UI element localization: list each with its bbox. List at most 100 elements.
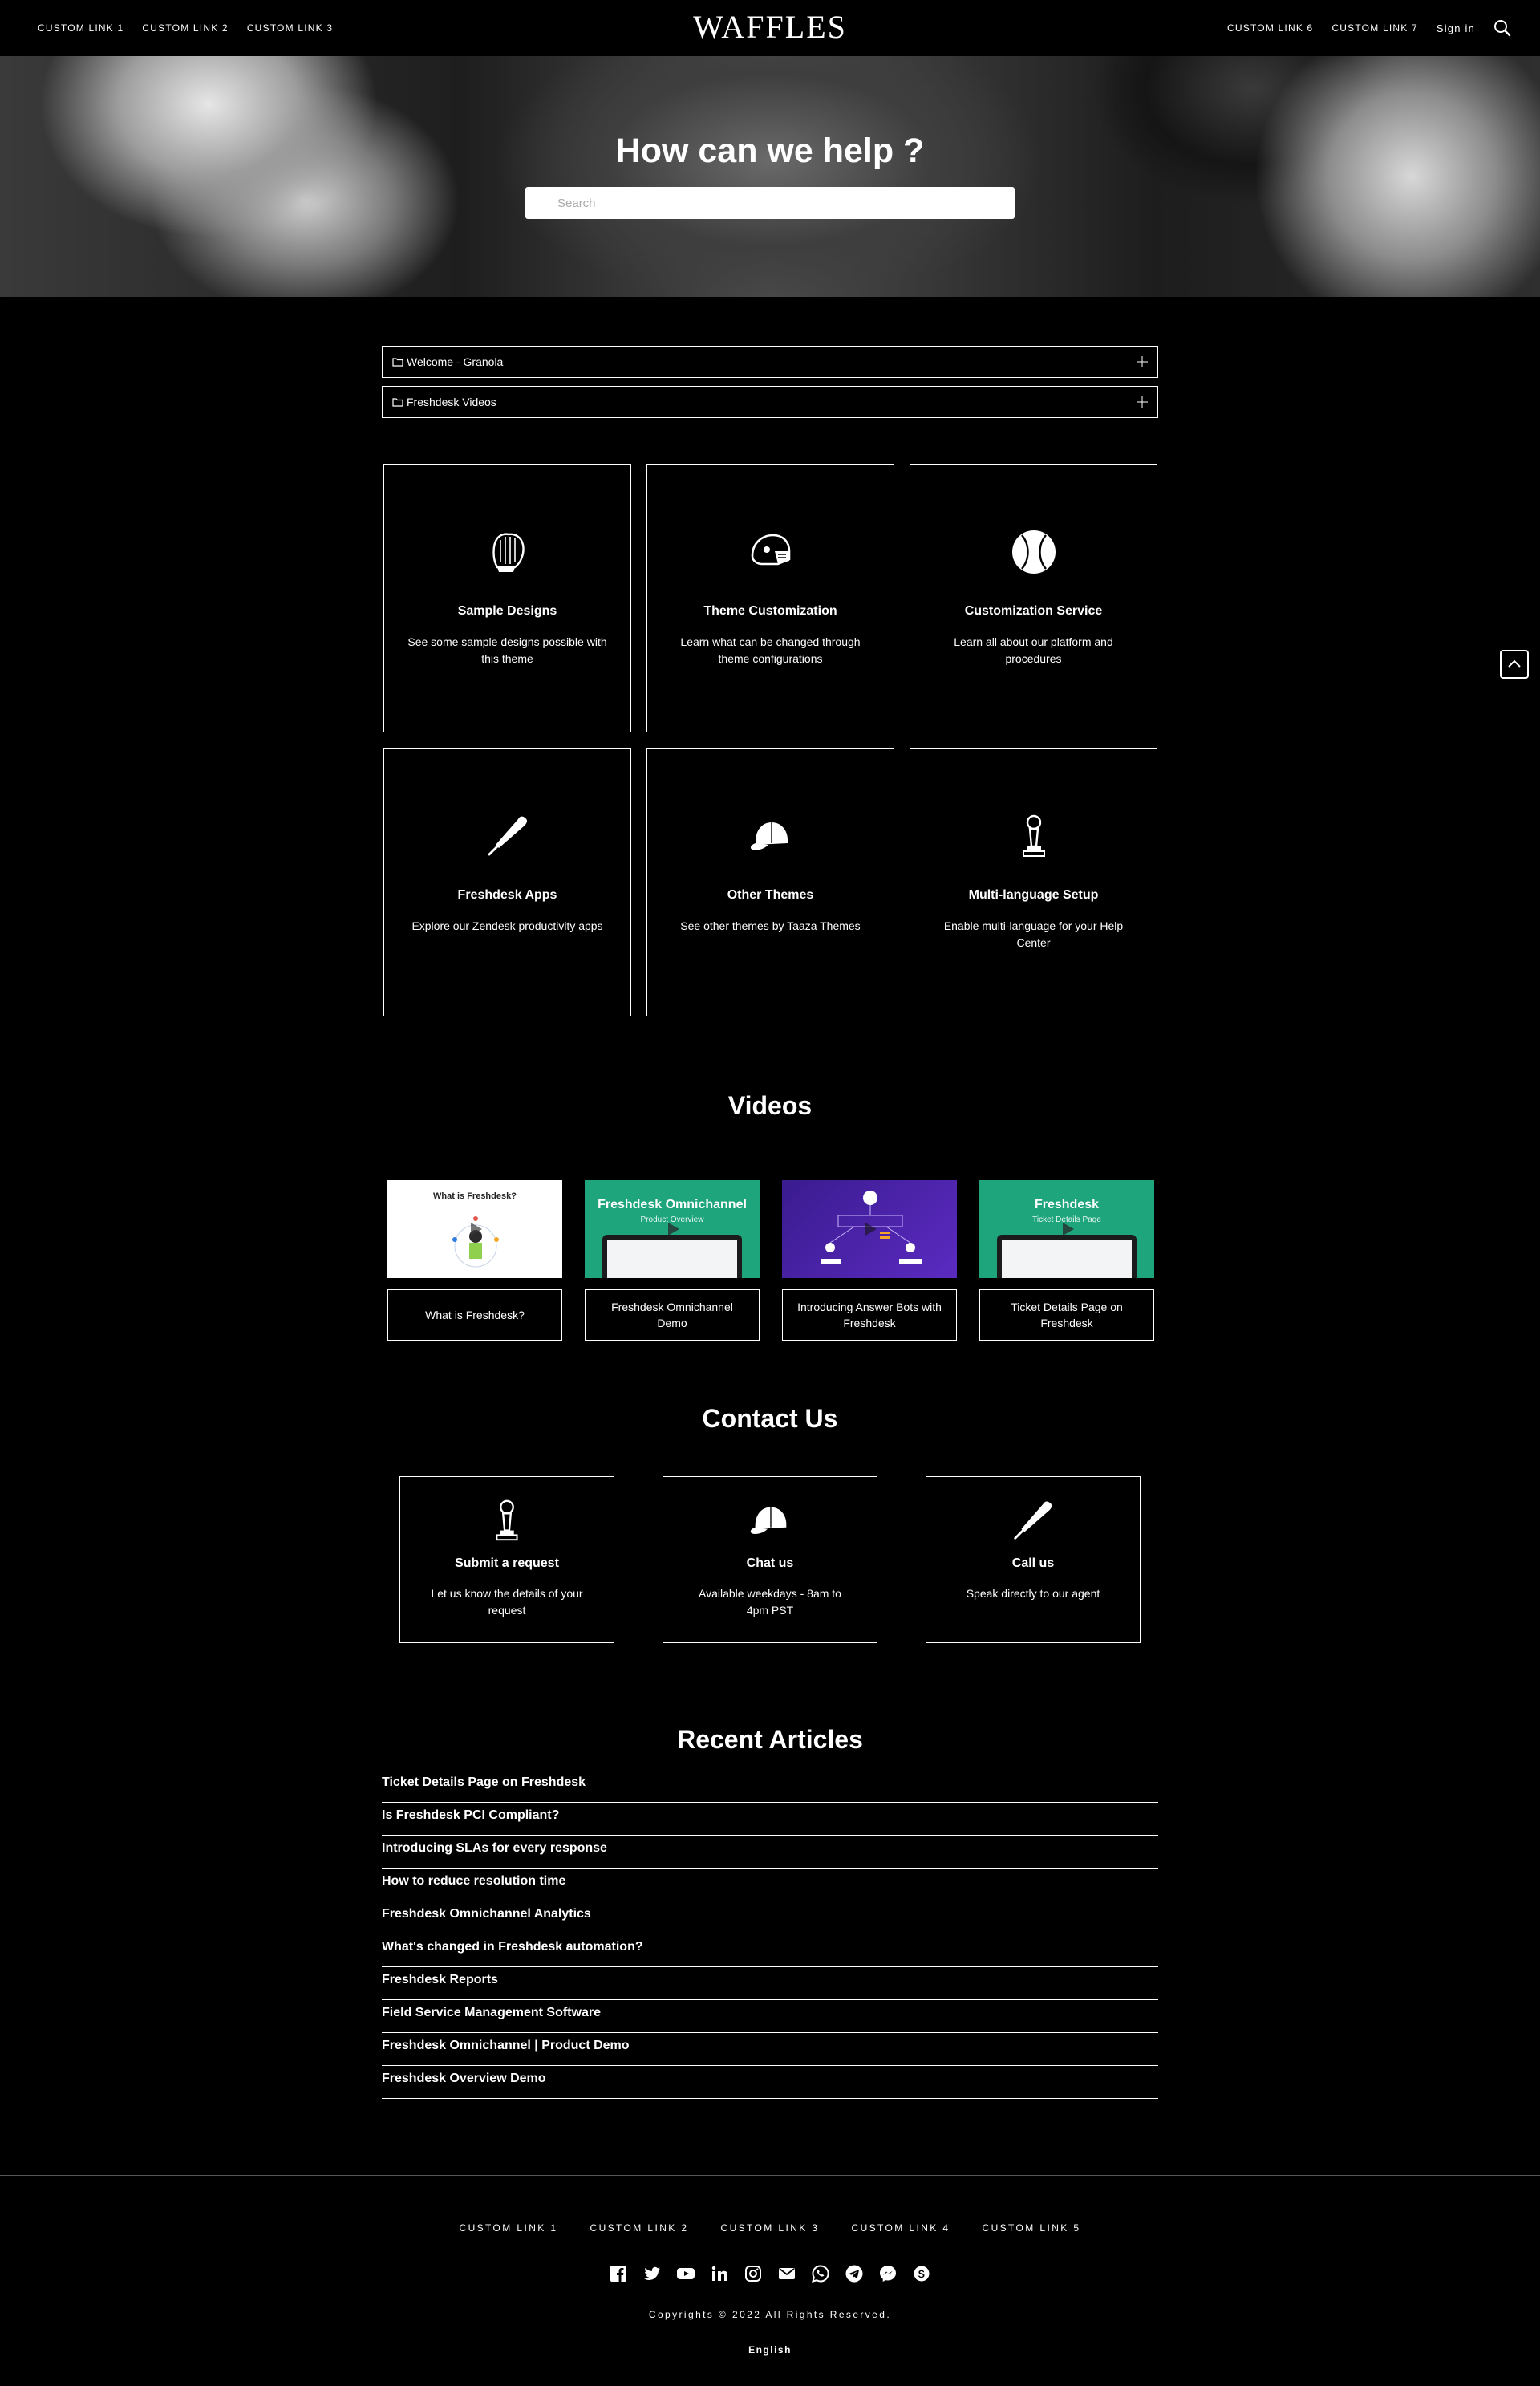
category-description: Learn what can be changed through theme … bbox=[680, 635, 861, 665]
skype-icon[interactable] bbox=[912, 2264, 931, 2283]
article-link[interactable]: Is Freshdesk PCI Compliant? bbox=[382, 1803, 1158, 1836]
article-link[interactable]: Freshdesk Reports bbox=[382, 1967, 1158, 2000]
contact-card-submit-request[interactable]: Submit a request Let us know the details… bbox=[399, 1476, 614, 1643]
baseball-cap-icon bbox=[750, 1507, 787, 1534]
category-title: Customization Service bbox=[964, 604, 1103, 618]
category-title: Multi-language Setup bbox=[968, 888, 1099, 902]
category-card-sample-designs[interactable]: Sample Designs See some sample designs p… bbox=[383, 464, 631, 732]
play-icon[interactable] bbox=[662, 1219, 683, 1240]
social-icons bbox=[0, 2264, 1540, 2283]
laptop-screen bbox=[602, 1235, 742, 1278]
video-caption[interactable]: Ticket Details Page on Freshdesk bbox=[979, 1289, 1154, 1341]
telegram-icon[interactable] bbox=[845, 2264, 864, 2283]
play-icon[interactable] bbox=[464, 1219, 485, 1240]
contact-title: Call us bbox=[1011, 1556, 1055, 1570]
video-card-omnichannel-demo[interactable]: Freshdesk Omnichannel Product Overview F… bbox=[585, 1180, 760, 1341]
search-input[interactable] bbox=[525, 187, 1015, 219]
article-link[interactable]: Freshdesk Omnichannel Analytics bbox=[382, 1901, 1158, 1934]
contact-description: Let us know the details of your request bbox=[431, 1587, 583, 1617]
folder-icon bbox=[392, 398, 403, 407]
category-card-theme-customization[interactable]: Theme Customization Learn what can be ch… bbox=[646, 464, 894, 732]
copyright-text: Copyrights © 2022 All Rights Reserved. bbox=[648, 2309, 892, 2320]
footer-custom-link-2[interactable]: CUSTOM LINK 2 bbox=[590, 2222, 689, 2234]
illustration-icon bbox=[452, 1216, 499, 1268]
article-link[interactable]: Field Service Management Software bbox=[382, 2000, 1158, 2033]
category-card-freshdesk-apps[interactable]: Freshdesk Apps Explore our Zendesk produ… bbox=[383, 748, 631, 1016]
scroll-to-top-button[interactable] bbox=[1500, 650, 1529, 679]
baseball-cap-icon bbox=[750, 822, 788, 850]
video-caption[interactable]: Freshdesk Omnichannel Demo bbox=[585, 1289, 760, 1341]
video-card-what-is-freshdesk[interactable]: What is Freshdesk? What is Freshdesk? bbox=[387, 1180, 562, 1341]
messenger-icon[interactable] bbox=[878, 2264, 898, 2283]
baseball-icon bbox=[1011, 530, 1056, 574]
nav-custom-link-2[interactable]: CUSTOM LINK 2 bbox=[142, 22, 228, 34]
contact-title: Submit a request bbox=[455, 1556, 559, 1570]
folder-accordion-videos[interactable]: Freshdesk Videos bbox=[382, 386, 1158, 418]
email-icon[interactable] bbox=[777, 2264, 796, 2283]
play-icon[interactable] bbox=[1056, 1219, 1077, 1240]
trophy-icon bbox=[1022, 814, 1045, 857]
article-link[interactable]: Freshdesk Omnichannel | Product Demo bbox=[382, 2033, 1158, 2066]
footer-custom-link-4[interactable]: CUSTOM LINK 4 bbox=[852, 2222, 950, 2234]
video-thumbnail[interactable]: Freshdesk Omnichannel Product Overview bbox=[585, 1180, 760, 1278]
contact-card-call-us[interactable]: Call us Speak directly to our agent bbox=[926, 1476, 1141, 1643]
nav-custom-link-1[interactable]: CUSTOM LINK 1 bbox=[38, 22, 124, 34]
footer-custom-link-1[interactable]: CUSTOM LINK 1 bbox=[460, 2222, 558, 2234]
nav-custom-link-7[interactable]: CUSTOM LINK 7 bbox=[1331, 22, 1417, 34]
batting-helmet-icon bbox=[751, 534, 790, 566]
baseball-bat-icon bbox=[488, 816, 527, 856]
nav-left-links: CUSTOM LINK 1 CUSTOM LINK 2 CUSTOM LINK … bbox=[38, 0, 333, 56]
category-card-multi-language-setup[interactable]: Multi-language Setup Enable multi-langua… bbox=[910, 748, 1157, 1016]
video-thumbnail[interactable] bbox=[782, 1180, 957, 1278]
recent-articles-list: Ticket Details Page on Freshdesk Is Fres… bbox=[382, 1770, 1158, 2099]
play-icon[interactable] bbox=[859, 1219, 880, 1240]
video-thumbnail[interactable]: Freshdesk Ticket Details Page bbox=[979, 1180, 1154, 1278]
nav-custom-link-3[interactable]: CUSTOM LINK 3 bbox=[247, 22, 333, 34]
category-title: Freshdesk Apps bbox=[457, 888, 557, 902]
videos-section-title: Videos bbox=[727, 1091, 813, 1120]
facebook-icon[interactable] bbox=[609, 2264, 628, 2283]
twitter-icon[interactable] bbox=[642, 2264, 662, 2283]
folder-accordion-welcome[interactable]: Welcome - Granola bbox=[382, 346, 1158, 378]
laptop-screen bbox=[997, 1235, 1137, 1278]
footer-divider bbox=[0, 2175, 1540, 2176]
site-logo[interactable]: WAFFLES bbox=[693, 8, 847, 46]
folder-label: Freshdesk Videos bbox=[407, 396, 496, 408]
video-card-answer-bots[interactable]: Introducing Answer Bots with Freshdesk bbox=[782, 1180, 957, 1341]
recent-articles-title: Recent Articles bbox=[677, 1725, 863, 1754]
language-selector[interactable]: English bbox=[0, 2344, 1540, 2356]
search-icon[interactable] bbox=[1493, 19, 1511, 37]
article-link[interactable]: Ticket Details Page on Freshdesk bbox=[382, 1770, 1158, 1803]
baseball-glove-icon bbox=[492, 533, 525, 572]
category-card-other-themes[interactable]: Other Themes See other themes by Taaza T… bbox=[646, 748, 894, 1016]
whatsapp-icon[interactable] bbox=[811, 2264, 830, 2283]
category-description: Enable multi-language for your Help Cent… bbox=[943, 919, 1124, 949]
contact-section-title: Contact Us bbox=[702, 1404, 838, 1433]
article-link[interactable]: Freshdesk Overview Demo bbox=[382, 2066, 1158, 2099]
article-link[interactable]: Introducing SLAs for every response bbox=[382, 1836, 1158, 1869]
video-card-ticket-details[interactable]: Freshdesk Ticket Details Page Ticket Det… bbox=[979, 1180, 1154, 1341]
category-card-customization-service[interactable]: Customization Service Learn all about ou… bbox=[910, 464, 1157, 732]
youtube-icon[interactable] bbox=[676, 2264, 695, 2283]
plus-icon[interactable] bbox=[1135, 395, 1149, 409]
footer-custom-link-5[interactable]: CUSTOM LINK 5 bbox=[983, 2222, 1081, 2234]
video-caption[interactable]: What is Freshdesk? bbox=[387, 1289, 562, 1341]
nav-custom-link-6[interactable]: CUSTOM LINK 6 bbox=[1227, 22, 1313, 34]
category-description: See some sample designs possible with th… bbox=[407, 635, 607, 665]
article-link[interactable]: What's changed in Freshdesk automation? bbox=[382, 1934, 1158, 1967]
instagram-icon[interactable] bbox=[744, 2264, 763, 2283]
contact-card-chat-us[interactable]: Chat us Available weekdays - 8am to 4pm … bbox=[663, 1476, 877, 1643]
video-thumbnail[interactable]: What is Freshdesk? bbox=[387, 1180, 562, 1278]
sign-in-link[interactable]: Sign in bbox=[1437, 22, 1475, 34]
hero-banner: How can we help ? bbox=[0, 56, 1540, 297]
article-link[interactable]: How to reduce resolution time bbox=[382, 1869, 1158, 1901]
contact-title: Chat us bbox=[746, 1556, 794, 1570]
trophy-icon bbox=[496, 1499, 518, 1541]
footer-custom-link-3[interactable]: CUSTOM LINK 3 bbox=[721, 2222, 820, 2234]
video-caption[interactable]: Introducing Answer Bots with Freshdesk bbox=[782, 1289, 957, 1341]
category-description: See other themes by Taaza Themes bbox=[680, 919, 861, 932]
chevron-up-icon bbox=[1508, 659, 1521, 668]
category-description: Explore our Zendesk productivity apps bbox=[411, 919, 603, 932]
linkedin-icon[interactable] bbox=[710, 2264, 729, 2283]
plus-icon[interactable] bbox=[1135, 355, 1149, 369]
